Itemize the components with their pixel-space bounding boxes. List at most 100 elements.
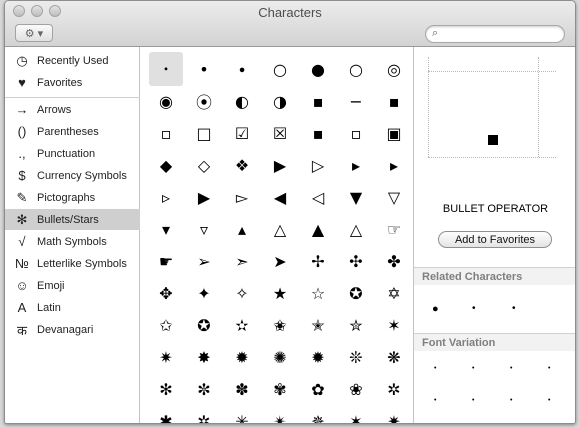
sidebar-item-favorites[interactable]: ♥ Favorites — [5, 72, 140, 93]
character-cell[interactable]: ✷ — [377, 404, 411, 424]
character-cell[interactable]: ✥ — [149, 276, 183, 310]
character-cell[interactable]: ❋ — [377, 340, 411, 374]
character-cell[interactable]: ✫ — [225, 308, 259, 342]
character-cell[interactable]: ▽ — [377, 180, 411, 214]
character-cell[interactable]: ➣ — [225, 244, 259, 278]
character-cell[interactable]: ✺ — [263, 340, 297, 374]
character-cell[interactable]: ◎ — [377, 52, 411, 86]
character-cell[interactable]: ▸ — [339, 148, 373, 182]
sidebar-item-pictographs[interactable]: ✎ Pictographs — [5, 187, 140, 208]
character-cell[interactable]: ✹ — [301, 340, 335, 374]
character-cell[interactable]: ▴ — [225, 212, 259, 246]
character-cell[interactable]: □ — [187, 116, 221, 150]
character-cell[interactable]: ☑ — [225, 116, 259, 150]
character-cell[interactable]: ▸ — [377, 148, 411, 182]
character-cell[interactable]: ✧ — [225, 276, 259, 310]
related-character[interactable]: • — [472, 303, 476, 314]
character-cell[interactable]: ▪ — [301, 116, 335, 150]
character-cell[interactable]: ★ — [263, 276, 297, 310]
character-cell[interactable]: ▫ — [339, 116, 373, 150]
character-cell[interactable]: ❖ — [225, 148, 259, 182]
character-cell[interactable]: ▿ — [187, 212, 221, 246]
sidebar-item-bullets-stars[interactable]: ✻ Bullets/Stars — [5, 209, 140, 230]
character-cell[interactable]: ▪ — [377, 84, 411, 118]
character-cell[interactable]: ✵ — [301, 404, 335, 424]
character-cell[interactable]: • — [187, 52, 221, 86]
character-cell[interactable]: ☞ — [377, 212, 411, 246]
character-cell[interactable]: ❀ — [339, 372, 373, 406]
character-cell[interactable]: ◐ — [225, 84, 259, 118]
related-character[interactable]: ● — [432, 303, 439, 315]
font-variation-glyph[interactable]: • — [434, 365, 436, 372]
character-cell[interactable]: ◇ — [187, 148, 221, 182]
character-cell[interactable]: ✻ — [149, 372, 183, 406]
character-cell[interactable]: ✼ — [187, 372, 221, 406]
sidebar-item-arrows[interactable]: → Arrows — [5, 99, 140, 120]
character-cell[interactable]: ▻ — [225, 180, 259, 214]
character-cell[interactable]: ▼ — [339, 180, 373, 214]
sidebar-item-currency-symbols[interactable]: $ Currency Symbols — [5, 165, 140, 186]
character-cell[interactable]: ▹ — [149, 180, 183, 214]
character-cell[interactable]: ✳ — [225, 404, 259, 424]
character-cell[interactable]: ✽ — [225, 372, 259, 406]
character-cell[interactable]: − — [339, 84, 373, 118]
font-variation-glyph[interactable]: • — [548, 397, 550, 404]
character-cell[interactable]: ○ — [339, 52, 373, 86]
character-cell[interactable]: ✡ — [377, 276, 411, 310]
character-cell[interactable]: ▪ — [301, 84, 335, 118]
character-cell[interactable]: ✮ — [339, 308, 373, 342]
character-cell[interactable]: ✿ — [301, 372, 335, 406]
character-cell[interactable]: ☛ — [149, 244, 183, 278]
character-cell[interactable]: ▾ — [149, 212, 183, 246]
character-cell[interactable]: ∙ — [149, 52, 183, 86]
character-cell[interactable]: ✢ — [301, 244, 335, 278]
character-cell[interactable]: ▷ — [301, 148, 335, 182]
add-to-favorites-button[interactable]: Add to Favorites — [438, 231, 552, 248]
sidebar-item-parentheses[interactable]: () Parentheses — [5, 121, 140, 142]
character-cell[interactable]: ▶ — [187, 180, 221, 214]
font-variation-glyph[interactable]: • — [472, 397, 474, 404]
font-variation-glyph[interactable]: • — [434, 397, 436, 404]
character-cell[interactable]: ✬ — [263, 308, 297, 342]
sidebar-item-emoji[interactable]: ☺ Emoji — [5, 275, 140, 296]
character-cell[interactable]: ✴ — [263, 404, 297, 424]
character-cell[interactable]: ▶ — [263, 148, 297, 182]
character-cell[interactable]: ✪ — [187, 308, 221, 342]
character-cell[interactable]: ◉ — [149, 84, 183, 118]
sidebar-item-punctuation[interactable]: ., Punctuation — [5, 143, 140, 164]
character-cell[interactable]: ➢ — [187, 244, 221, 278]
sidebar-item-devanagari[interactable]: क Devanagari — [5, 319, 140, 340]
character-cell[interactable]: ◁ — [301, 180, 335, 214]
font-variation-glyph[interactable]: • — [510, 397, 512, 404]
character-cell[interactable]: ✣ — [339, 244, 373, 278]
character-cell[interactable]: ✶ — [377, 308, 411, 342]
character-cell[interactable]: ➤ — [263, 244, 297, 278]
sidebar-item-letterlike-symbols[interactable]: № Letterlike Symbols — [5, 253, 140, 274]
character-cell[interactable]: ✪ — [339, 276, 373, 310]
character-cell[interactable]: ❊ — [339, 340, 373, 374]
sidebar-item-recently-used[interactable]: ◷ Recently Used — [5, 50, 140, 71]
character-cell[interactable]: ▫ — [149, 116, 183, 150]
character-cell[interactable]: ⦿ — [187, 84, 221, 118]
character-cell[interactable]: ✭ — [301, 308, 335, 342]
character-cell[interactable]: ◀ — [263, 180, 297, 214]
character-cell[interactable]: ✱ — [149, 404, 183, 424]
character-cell[interactable]: ✷ — [149, 340, 183, 374]
search-field[interactable]: ⌕ — [425, 25, 565, 43]
character-cell[interactable]: ✤ — [377, 244, 411, 278]
character-cell[interactable]: ● — [301, 52, 335, 86]
character-cell[interactable]: ◆ — [149, 148, 183, 182]
character-cell[interactable]: ✩ — [149, 308, 183, 342]
character-cell[interactable]: ✶ — [339, 404, 373, 424]
character-cell[interactable]: ✸ — [187, 340, 221, 374]
character-cell[interactable]: △ — [339, 212, 373, 246]
character-cell[interactable]: ▲ — [301, 212, 335, 246]
character-cell[interactable]: ✲ — [377, 372, 411, 406]
sidebar-item-math-symbols[interactable]: √ Math Symbols — [5, 231, 140, 252]
related-character[interactable]: • — [512, 303, 516, 314]
character-cell[interactable]: ▣ — [377, 116, 411, 150]
font-variation-glyph[interactable]: • — [510, 365, 512, 372]
character-cell[interactable]: ☆ — [301, 276, 335, 310]
character-cell[interactable]: ○ — [263, 52, 297, 86]
character-cell[interactable]: ∙ — [225, 52, 259, 86]
